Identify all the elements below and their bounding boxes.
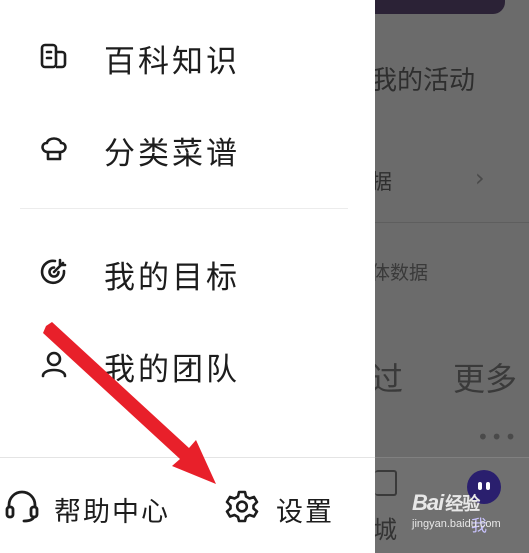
target-icon bbox=[40, 258, 67, 285]
chef-hat-icon bbox=[41, 137, 67, 161]
settings-label: 设置 bbox=[276, 497, 334, 528]
menu-item-goals[interactable]: 我的目标 bbox=[0, 242, 375, 302]
menu-item-recipes[interactable]: 分类菜谱 bbox=[0, 118, 375, 178]
background-tab-past: 过 bbox=[375, 360, 404, 398]
more-dots-icon: ••• bbox=[477, 425, 519, 449]
gear-icon bbox=[225, 490, 259, 523]
menu-item-label: 分类菜谱 bbox=[104, 136, 240, 172]
watermark-url: jingyan.baidu.com bbox=[412, 518, 501, 530]
background-nav-mall: 城 bbox=[375, 516, 397, 544]
menu-item-encyclopedia[interactable]: 百科知识 bbox=[0, 26, 375, 86]
menu-item-label: 百科知识 bbox=[104, 44, 240, 80]
footer-divider bbox=[0, 457, 375, 458]
background-app: 我的活动 据 › 体数据 过 更多 ••• 城 我 bbox=[375, 0, 529, 553]
chevron-right-icon: › bbox=[475, 164, 485, 192]
background-divider bbox=[375, 222, 529, 223]
headset-icon bbox=[5, 490, 39, 523]
help-center-button[interactable]: 帮助中心 bbox=[0, 480, 190, 530]
menu-item-team[interactable]: 我的团队 bbox=[0, 334, 375, 394]
background-top-bar bbox=[375, 0, 505, 14]
background-tab-more: 更多 bbox=[453, 360, 518, 398]
watermark-logo: Bai 经验 bbox=[412, 490, 480, 515]
background-body-data: 体数据 bbox=[375, 262, 429, 284]
encyclopedia-book-icon bbox=[40, 43, 67, 69]
menu-item-label: 我的目标 bbox=[104, 260, 240, 296]
menu-item-label: 我的团队 bbox=[104, 352, 240, 388]
side-drawer: 百科知识 分类菜谱 我的目标 我的团队 帮助中心 设置 bbox=[0, 0, 375, 553]
baidu-jingyan-watermark: Bai 经验 jingyan.baidu.com bbox=[412, 490, 501, 530]
settings-button[interactable]: 设置 bbox=[220, 480, 360, 530]
help-center-label: 帮助中心 bbox=[54, 497, 170, 528]
background-my-activity: 我的活动 bbox=[375, 66, 476, 96]
shop-bag-icon bbox=[375, 470, 397, 496]
team-person-icon bbox=[41, 351, 67, 378]
background-data-label: 据 bbox=[375, 170, 392, 194]
menu-divider bbox=[20, 208, 348, 209]
